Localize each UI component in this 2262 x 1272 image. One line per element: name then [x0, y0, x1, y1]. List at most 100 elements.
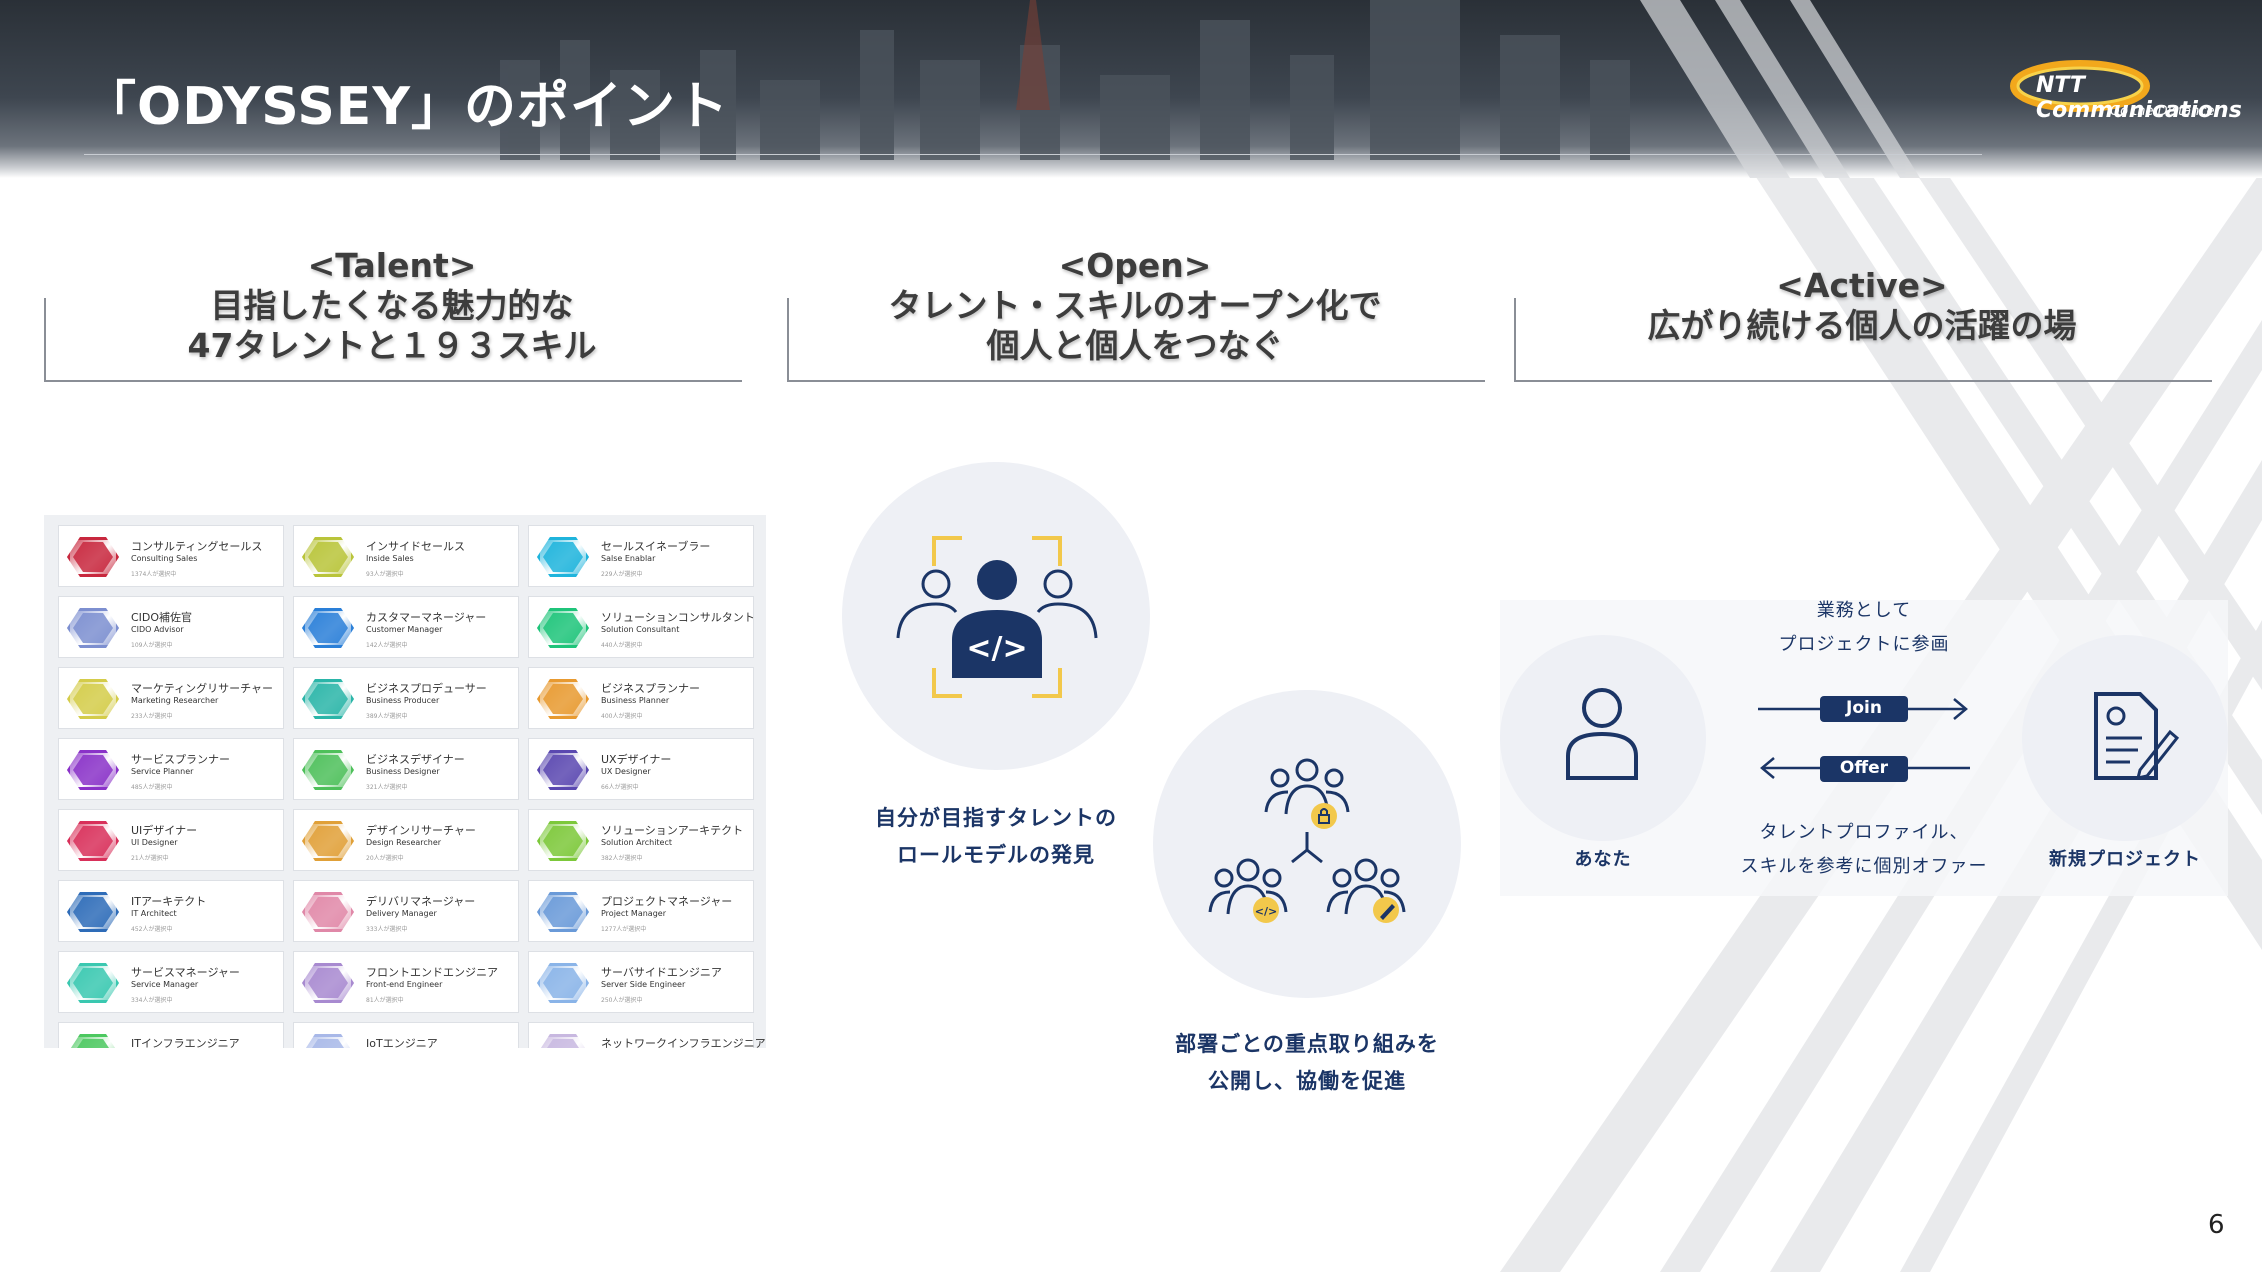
- talent-count: 1374人が選択中: [131, 571, 177, 578]
- talent-card[interactable]: プロジェクトマネージャー Project Manager 1277人が選択中: [528, 880, 754, 942]
- talent-name-jp: UIデザイナー: [131, 824, 198, 837]
- talent-card[interactable]: サービスマネージャー Service Manager 334人が選択中: [58, 951, 284, 1013]
- logo-tagline: Go the Distance.: [2110, 104, 2219, 119]
- open-heading-tag: <Open>: [1058, 246, 1212, 285]
- talent-name-jp: インサイドセールス: [366, 540, 465, 553]
- talent-card[interactable]: ビジネスプロデューサー Business Producer 389人が選択中: [293, 667, 519, 729]
- talent-name-en: IT Architect: [131, 909, 177, 918]
- talent-count: 250人が選択中: [601, 997, 643, 1004]
- talent-name-jp: ビジネスプロデューサー: [366, 682, 487, 695]
- talent-name-jp: サーバサイドエンジニア: [601, 966, 722, 979]
- talent-card[interactable]: ITアーキテクト IT Architect 452人が選択中: [58, 880, 284, 942]
- talent-name-jp: コンサルティングセールス: [131, 540, 263, 553]
- talent-name-jp: セールスイネーブラー: [601, 540, 711, 553]
- talent-count: 400人が選択中: [601, 713, 643, 720]
- talent-name-en: Service Manager: [131, 980, 199, 989]
- talent-card[interactable]: UIデザイナー UI Designer 21人が選択中: [58, 809, 284, 871]
- talent-badge-icon: [67, 963, 119, 1003]
- talent-count: 109人が選択中: [131, 642, 173, 649]
- svg-text:</>: </>: [966, 631, 1027, 666]
- talent-count: 333人が選択中: [366, 926, 408, 933]
- talent-heading-tag: <Talent>: [307, 246, 477, 285]
- talent-count: 20人が選択中: [366, 855, 404, 862]
- talent-name-en: UX Designer: [601, 767, 651, 776]
- talent-heading-line3: 47タレントと１９３スキル: [187, 326, 597, 365]
- active-heading: <Active> 広がり続ける個人の活躍の場: [1514, 266, 2210, 346]
- talent-name-jp: デザインリサーチャー: [366, 824, 476, 837]
- talent-name-en: Inside Sales: [366, 554, 414, 563]
- talent-card[interactable]: サーバサイドエンジニア Server Side Engineer 250人が選択中: [528, 951, 754, 1013]
- join-description-line2: プロジェクトに参画: [1778, 634, 1950, 655]
- team-collaboration-icon: </>: [1208, 758, 1406, 923]
- talent-name-jp: IoTエンジニア: [366, 1037, 438, 1048]
- talent-name-jp: サービスマネージャー: [131, 966, 240, 979]
- talent-card[interactable]: ネットワークインフラエンジニア: [528, 1022, 766, 1048]
- talent-badge-icon: [302, 1034, 354, 1048]
- join-description-line1: 業務として: [1816, 600, 1912, 621]
- talent-name-jp: ITインフラエンジニア: [131, 1037, 240, 1048]
- talent-badge-icon: [302, 679, 354, 719]
- talent-count: 233人が選択中: [131, 713, 173, 720]
- talent-card[interactable]: セールスイネーブラー Salse Enablar 229人が選択中: [528, 525, 754, 587]
- talent-card[interactable]: ビジネスプランナー Business Planner 400人が選択中: [528, 667, 754, 729]
- talent-name-jp: デリバリマネージャー: [366, 895, 476, 908]
- talent-badge-icon: [302, 821, 354, 861]
- talent-name-en: Consulting Sales: [131, 554, 198, 563]
- join-description: 業務として プロジェクトに参画: [1740, 594, 1988, 662]
- talent-card[interactable]: ソリューションコンサルタント Solution Consultant 440人が選択…: [528, 596, 755, 658]
- talent-list-screenshot: コンサルティングセールス Consulting Sales 1374人が選択中 インサ…: [44, 515, 766, 1048]
- talent-count: 93人が選択中: [366, 571, 404, 578]
- open-heading-line2: タレント・スキルのオープン化で: [888, 286, 1382, 325]
- talent-name-en: Salse Enablar: [601, 554, 656, 563]
- talent-count: 485人が選択中: [131, 784, 173, 791]
- talent-card[interactable]: インサイドセールス Inside Sales 93人が選択中: [293, 525, 519, 587]
- talent-badge-icon: [302, 750, 354, 790]
- talent-badge-icon: [537, 821, 589, 861]
- talent-name-jp: マーケティングリサーチャー: [131, 682, 274, 695]
- talent-name-jp: ビジネスプランナー: [601, 682, 700, 695]
- talent-card[interactable]: フロントエンドエンジニア Front-end Engineer 81人が選択中: [293, 951, 519, 1013]
- talent-card[interactable]: デザインリサーチャー Design Researcher 20人が選択中: [293, 809, 519, 871]
- talent-name-en: Business Designer: [366, 767, 440, 776]
- talent-count: 81人が選択中: [366, 997, 404, 1004]
- svg-text:</>: </>: [1255, 905, 1277, 918]
- talent-card[interactable]: ビジネスデザイナー Business Designer 321人が選択中: [293, 738, 519, 800]
- talent-card[interactable]: IoTエンジニア: [293, 1022, 519, 1048]
- talent-card[interactable]: デリバリマネージャー Delivery Manager 333人が選択中: [293, 880, 519, 942]
- talent-name-jp: サービスプランナー: [131, 753, 230, 766]
- talent-badge-icon: [537, 537, 589, 577]
- talent-card[interactable]: CIDO補佐官 CIDO Advisor 109人が選択中: [58, 596, 284, 658]
- talent-badge-icon: [67, 1034, 119, 1048]
- talent-card[interactable]: コンサルティングセールス Consulting Sales 1374人が選択中: [58, 525, 284, 587]
- talent-name-jp: CIDO補佐官: [131, 611, 193, 624]
- talent-badge-icon: [67, 892, 119, 932]
- talent-name-jp: ソリューションコンサルタント: [601, 611, 755, 624]
- talent-name-en: Design Researcher: [366, 838, 442, 847]
- talent-badge-icon: [302, 608, 354, 648]
- talent-card[interactable]: ITインフラエンジニア: [58, 1022, 284, 1048]
- open-heading: <Open> タレント・スキルのオープン化で 個人と個人をつなぐ: [787, 246, 1483, 366]
- talent-count: 389人が選択中: [366, 713, 408, 720]
- collaboration-caption-line1: 部署ごとの重点取り組みを: [1175, 1032, 1439, 1056]
- talent-card[interactable]: カスタマーマネージャー Customer Manager 142人が選択中: [293, 596, 519, 658]
- talent-count: 142人が選択中: [366, 642, 408, 649]
- talent-name-en: Project Manager: [601, 909, 666, 918]
- talent-card[interactable]: UXデザイナー UX Designer 66人が選択中: [528, 738, 754, 800]
- talent-badge-icon: [537, 892, 589, 932]
- header-divider: [84, 154, 1982, 155]
- talent-name-en: Delivery Manager: [366, 909, 437, 918]
- talent-name-en: CIDO Advisor: [131, 625, 184, 634]
- talent-count: 229人が選択中: [601, 571, 643, 578]
- offer-description-line1: タレントプロファイル、: [1759, 822, 1969, 843]
- talent-card[interactable]: サービスプランナー Service Planner 485人が選択中: [58, 738, 284, 800]
- talent-name-en: Marketing Researcher: [131, 696, 219, 705]
- talent-name-jp: ビジネスデザイナー: [366, 753, 465, 766]
- role-model-caption: 自分が目指すタレントの ロールモデルの発見: [840, 800, 1152, 874]
- talent-card[interactable]: マーケティングリサーチャー Marketing Researcher 233人が選択…: [58, 667, 284, 729]
- talent-count: 321人が選択中: [366, 784, 408, 791]
- talent-badge-icon: [67, 750, 119, 790]
- talent-badge-icon: [67, 608, 119, 648]
- talent-card[interactable]: ソリューションアーキテクト Solution Architect 382人が選択中: [528, 809, 754, 871]
- talent-count: 21人が選択中: [131, 855, 169, 862]
- collaboration-caption: 部署ごとの重点取り組みを 公開し、協働を促進: [1130, 1026, 1484, 1100]
